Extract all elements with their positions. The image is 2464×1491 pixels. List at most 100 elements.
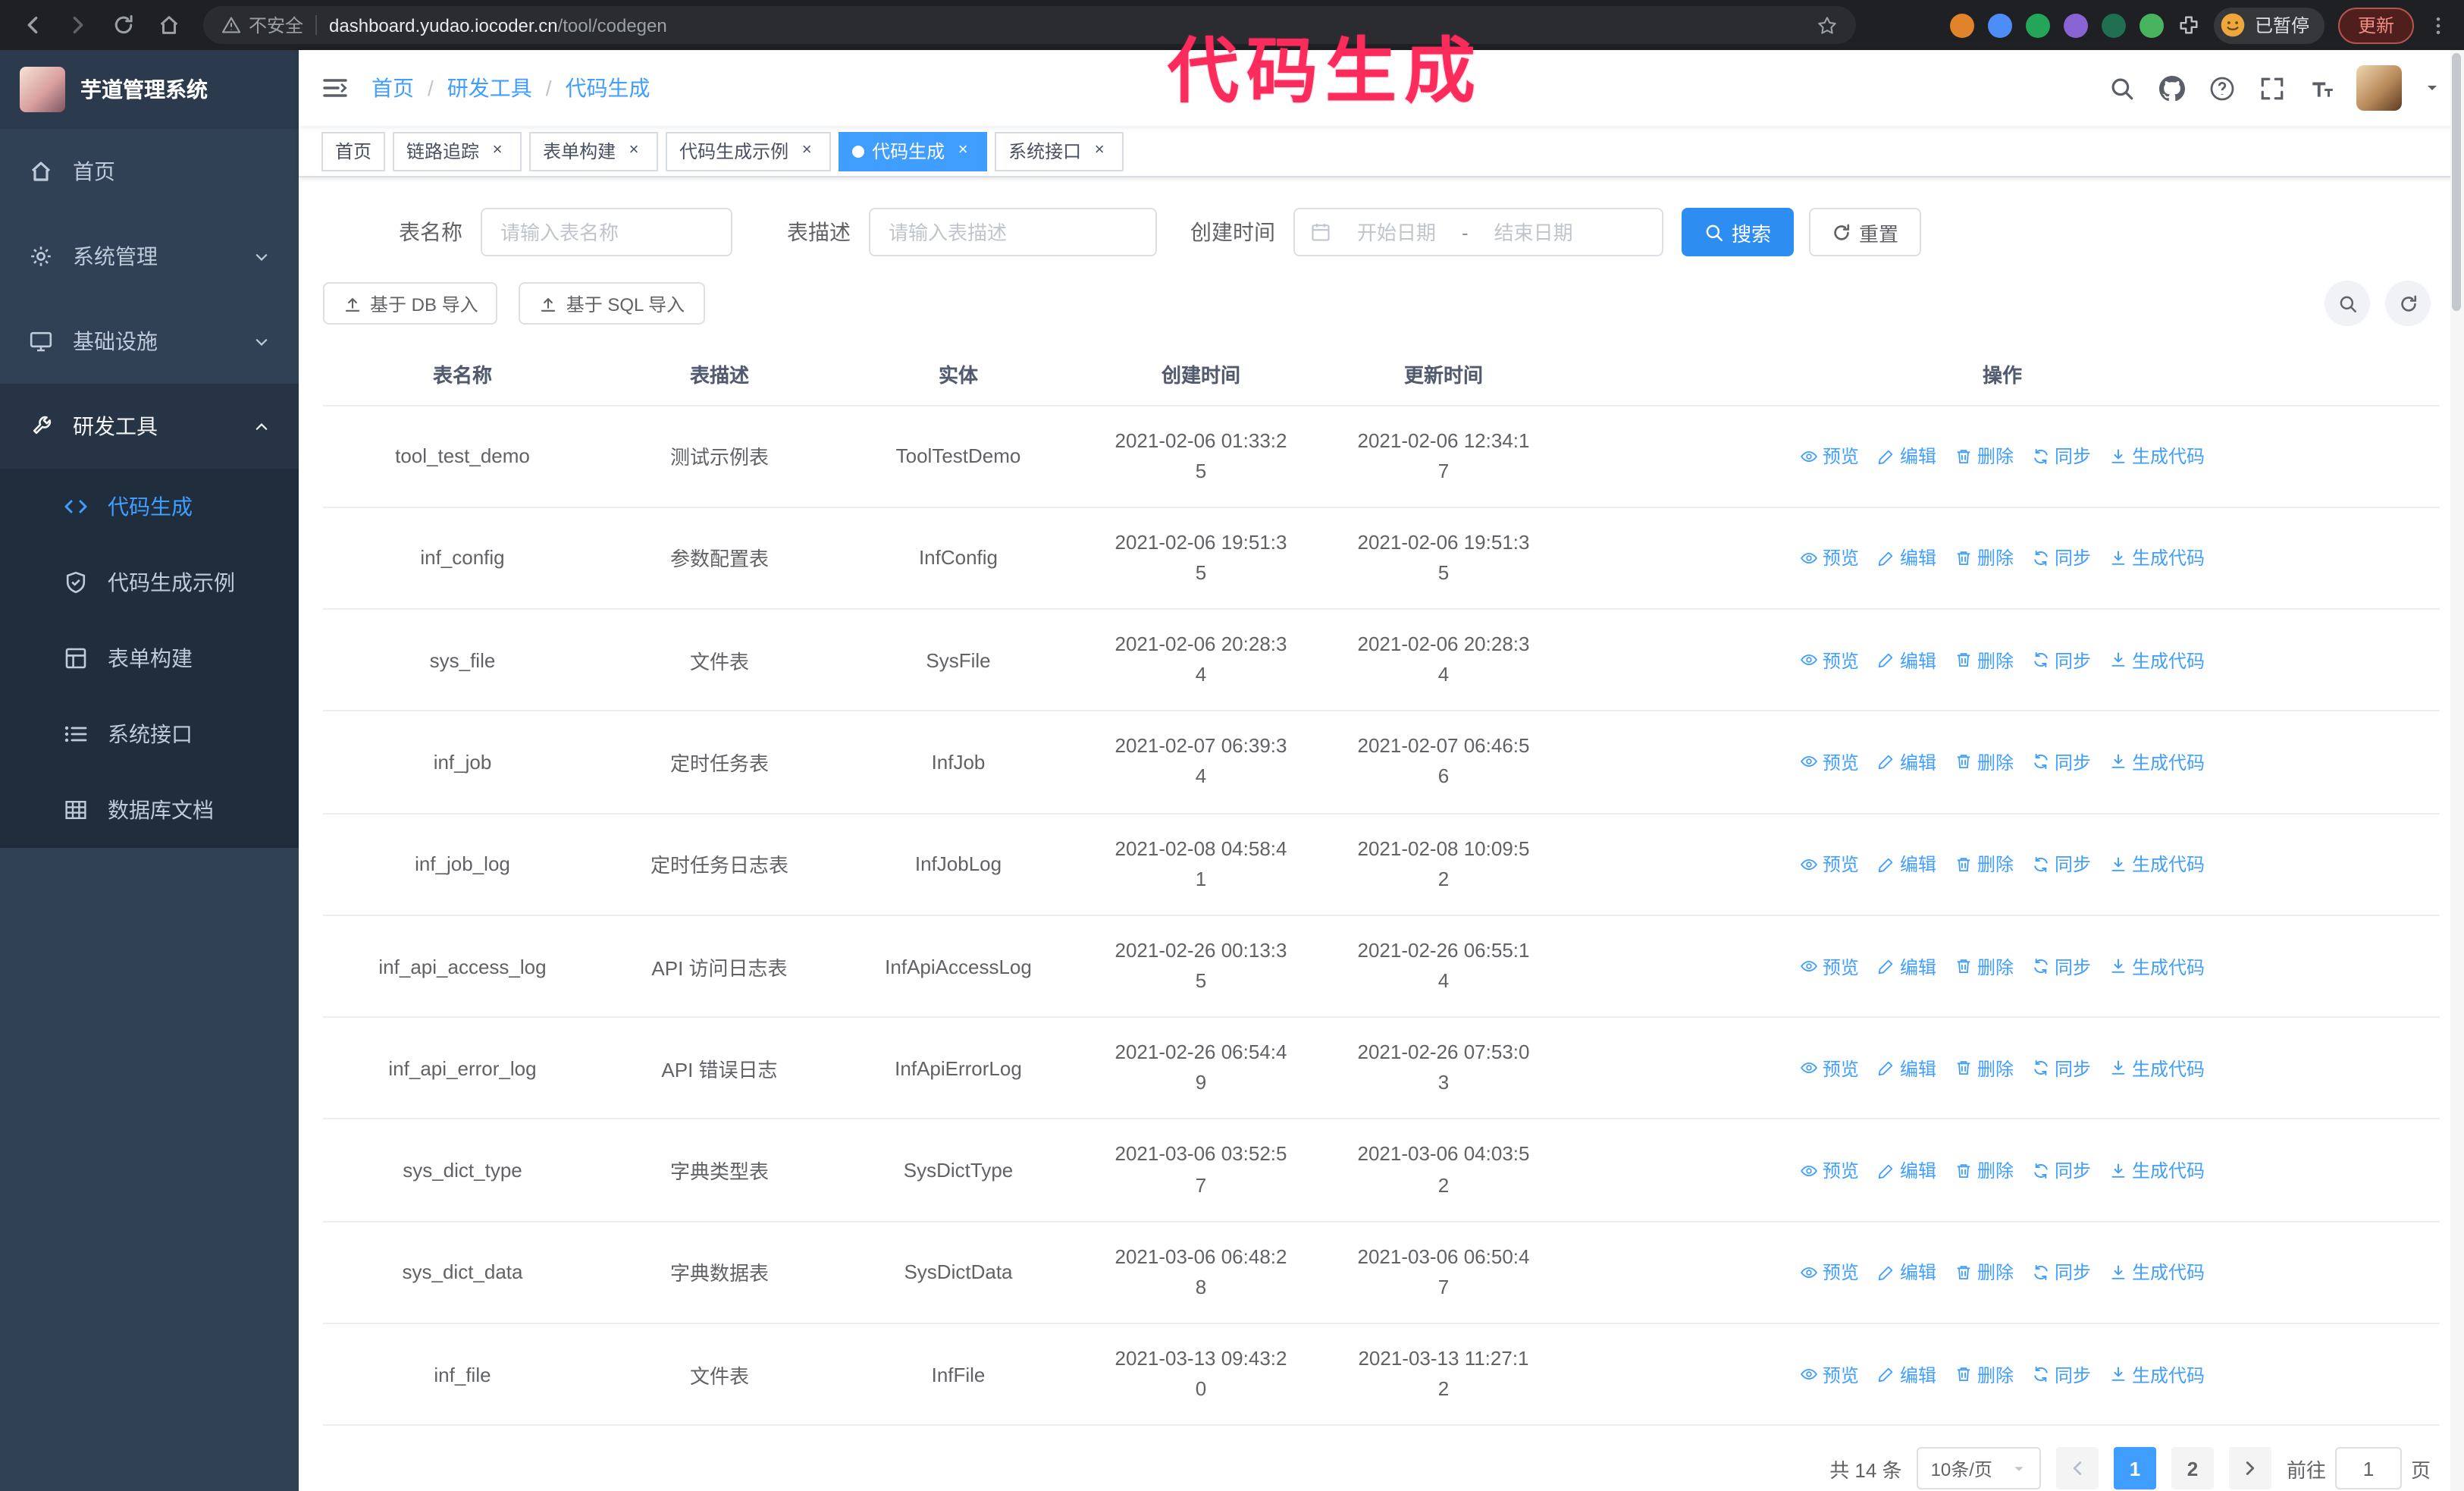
- next-page-button[interactable]: [2228, 1447, 2271, 1490]
- search-icon[interactable]: [2109, 75, 2135, 101]
- sync-link[interactable]: 同步: [2032, 443, 2091, 469]
- delete-link[interactable]: 删除: [1955, 852, 2014, 877]
- sync-link[interactable]: 同步: [2032, 749, 2091, 775]
- tab-home[interactable]: 首页: [321, 131, 386, 171]
- bookmark-star-icon[interactable]: [1817, 14, 1838, 36]
- preview-link[interactable]: 预览: [1800, 852, 1859, 877]
- user-menu-caret-icon[interactable]: [2423, 79, 2441, 97]
- preview-link[interactable]: 预览: [1800, 545, 1859, 571]
- generate-code-link[interactable]: 生成代码: [2109, 647, 2205, 673]
- page-scrollbar[interactable]: [2450, 50, 2464, 1491]
- tab-system-api[interactable]: 系统接口 ×: [995, 131, 1124, 171]
- sync-link[interactable]: 同步: [2032, 1260, 2091, 1285]
- tab-codegen-example[interactable]: 代码生成示例 ×: [666, 131, 832, 171]
- preview-link[interactable]: 预览: [1800, 953, 1859, 979]
- sync-link[interactable]: 同步: [2032, 953, 2091, 979]
- edit-link[interactable]: 编辑: [1877, 1056, 1936, 1081]
- page-button-2[interactable]: 2: [2171, 1447, 2214, 1490]
- extensions-puzzle-icon[interactable]: [2177, 14, 2200, 36]
- edit-link[interactable]: 编辑: [1877, 443, 1936, 469]
- delete-link[interactable]: 删除: [1955, 749, 2014, 775]
- extension-icon[interactable]: [1949, 13, 1974, 37]
- github-icon[interactable]: [2159, 75, 2185, 101]
- breadcrumb-item[interactable]: 研发工具: [447, 73, 532, 103]
- generate-code-link[interactable]: 生成代码: [2109, 1056, 2205, 1081]
- table-desc-input[interactable]: [869, 208, 1157, 256]
- browser-back-button[interactable]: [15, 8, 49, 42]
- preview-link[interactable]: 预览: [1800, 749, 1859, 775]
- tab-close-icon[interactable]: ×: [952, 140, 973, 162]
- import-db-button[interactable]: 基于 DB 导入: [323, 282, 498, 325]
- generate-code-link[interactable]: 生成代码: [2109, 852, 2205, 877]
- search-button[interactable]: 搜索: [1682, 208, 1795, 256]
- sidebar-subitem-system-api[interactable]: 系统接口: [0, 696, 299, 772]
- tab-form-builder[interactable]: 表单构建 ×: [529, 131, 659, 171]
- delete-link[interactable]: 删除: [1955, 1056, 2014, 1081]
- sidebar-item-system[interactable]: 系统管理: [0, 214, 299, 299]
- generate-code-link[interactable]: 生成代码: [2109, 749, 2205, 775]
- profile-chip[interactable]: 已暂停: [2213, 7, 2324, 43]
- font-size-icon[interactable]: [2309, 75, 2335, 101]
- sidebar-item-devtools[interactable]: 研发工具: [0, 384, 299, 469]
- user-avatar[interactable]: [2356, 65, 2402, 111]
- sync-link[interactable]: 同步: [2032, 1361, 2091, 1387]
- delete-link[interactable]: 删除: [1955, 545, 2014, 571]
- generate-code-link[interactable]: 生成代码: [2109, 443, 2205, 469]
- page-button-1[interactable]: 1: [2113, 1447, 2156, 1490]
- delete-link[interactable]: 删除: [1955, 953, 2014, 979]
- reset-button[interactable]: 重置: [1809, 208, 1922, 256]
- extension-icon[interactable]: [2101, 13, 2126, 37]
- generate-code-link[interactable]: 生成代码: [2109, 1260, 2205, 1285]
- sidebar-subitem-db-doc[interactable]: 数据库文档: [0, 772, 299, 848]
- start-date-input[interactable]: [1342, 221, 1451, 243]
- goto-page-input[interactable]: [2334, 1447, 2402, 1490]
- tab-close-icon[interactable]: ×: [1089, 140, 1110, 162]
- sync-link[interactable]: 同步: [2032, 545, 2091, 571]
- sidebar-item-home[interactable]: 首页: [0, 129, 299, 214]
- browser-forward-button[interactable]: [61, 8, 94, 42]
- app-logo[interactable]: 芋道管理系统: [0, 50, 299, 129]
- sidebar-toggle-icon[interactable]: [321, 76, 349, 100]
- delete-link[interactable]: 删除: [1955, 443, 2014, 469]
- sync-link[interactable]: 同步: [2032, 1056, 2091, 1081]
- tab-trace[interactable]: 链路追踪 ×: [393, 131, 522, 171]
- tab-close-icon[interactable]: ×: [796, 140, 817, 162]
- edit-link[interactable]: 编辑: [1877, 953, 1936, 979]
- edit-link[interactable]: 编辑: [1877, 1260, 1936, 1285]
- preview-link[interactable]: 预览: [1800, 1056, 1859, 1081]
- sidebar-subitem-codegen-example[interactable]: 代码生成示例: [0, 545, 299, 620]
- generate-code-link[interactable]: 生成代码: [2109, 1361, 2205, 1387]
- tab-codegen[interactable]: 代码生成 ×: [839, 131, 988, 171]
- edit-link[interactable]: 编辑: [1877, 1157, 1936, 1183]
- generate-code-link[interactable]: 生成代码: [2109, 1157, 2205, 1183]
- tab-close-icon[interactable]: ×: [623, 140, 644, 162]
- delete-link[interactable]: 删除: [1955, 647, 2014, 673]
- table-name-input[interactable]: [481, 208, 732, 256]
- extension-icon[interactable]: [2139, 13, 2164, 37]
- delete-link[interactable]: 删除: [1955, 1260, 2014, 1285]
- import-sql-button[interactable]: 基于 SQL 导入: [519, 282, 705, 325]
- browser-menu-icon[interactable]: [2428, 14, 2449, 36]
- refresh-table-button[interactable]: [2385, 281, 2431, 326]
- sync-link[interactable]: 同步: [2032, 852, 2091, 877]
- browser-reload-button[interactable]: [106, 8, 140, 42]
- extension-icon[interactable]: [2025, 13, 2050, 37]
- tab-close-icon[interactable]: ×: [487, 140, 508, 162]
- browser-update-button[interactable]: 更新: [2337, 7, 2414, 43]
- generate-code-link[interactable]: 生成代码: [2109, 953, 2205, 979]
- edit-link[interactable]: 编辑: [1877, 545, 1936, 571]
- delete-link[interactable]: 删除: [1955, 1157, 2014, 1183]
- breadcrumb-item[interactable]: 代码生成: [566, 73, 650, 103]
- sidebar-subitem-form-builder[interactable]: 表单构建: [0, 620, 299, 696]
- delete-link[interactable]: 删除: [1955, 1361, 2014, 1387]
- extension-icon[interactable]: [2063, 13, 2088, 37]
- preview-link[interactable]: 预览: [1800, 647, 1859, 673]
- date-range-picker[interactable]: -: [1293, 208, 1663, 256]
- prev-page-button[interactable]: [2055, 1447, 2099, 1490]
- scrollbar-thumb[interactable]: [2452, 53, 2461, 311]
- preview-link[interactable]: 预览: [1800, 1260, 1859, 1285]
- breadcrumb-item[interactable]: 首页: [371, 73, 414, 103]
- page-size-select[interactable]: 10条/页: [1917, 1447, 2041, 1490]
- address-bar[interactable]: 不安全 dashboard.yudao.iocoder.cn/tool/code…: [203, 6, 1856, 44]
- preview-link[interactable]: 预览: [1800, 1361, 1859, 1387]
